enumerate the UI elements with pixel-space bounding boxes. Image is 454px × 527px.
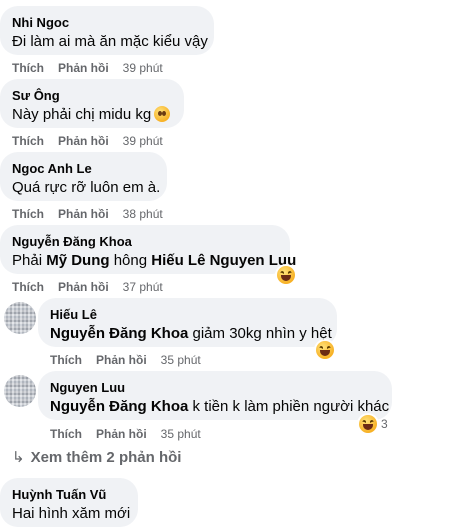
comment-actions: Thích Phản hồi 38 phút [12, 206, 163, 222]
mention-link[interactable]: Mỹ Dung [46, 252, 109, 269]
reply-bubble: Nguyen Luu Nguyễn Đăng Khoa k tiền k làm… [38, 371, 392, 420]
comment-text: Quá rực rỡ luôn em à. [12, 179, 161, 196]
comment-time[interactable]: 39 phút [123, 61, 163, 75]
like-button[interactable]: Thích [50, 353, 82, 367]
reply-actions: Thích Phản hồi 35 phút [50, 352, 201, 368]
reply-author[interactable]: Nguyen Luu [50, 379, 380, 396]
comment-bubble: Nguyễn Đăng Khoa Phải Mỹ Dung hông Hiếu … [0, 225, 296, 274]
mention-link[interactable]: Nguyễn Đăng Khoa [50, 325, 188, 342]
reply-text: Nguyễn Đăng Khoa giảm 30kg nhìn y hệt [50, 324, 332, 344]
reply-bubble: Hiếu Lê Nguyễn Đăng Khoa giảm 30kg nhìn … [38, 298, 337, 347]
reply-button[interactable]: Phản hồi [58, 280, 109, 294]
comment-text: Này phải chị midu kg [12, 105, 172, 125]
like-button[interactable]: Thích [12, 280, 44, 294]
comment-bubble: Nhi Ngoc Đi làm ai mà ăn mặc kiểu vậy [0, 6, 214, 55]
mention-link[interactable]: Nguyễn Đăng Khoa [50, 398, 188, 415]
comment-author[interactable]: Nhi Ngoc [12, 14, 202, 31]
comment-bubble: Ngoc Anh Le Quá rực rỡ luôn em à. [0, 152, 167, 201]
comment-text-part: Phải [12, 252, 47, 269]
reply-arrow-icon: ↳ [12, 449, 25, 466]
haha-reaction-icon[interactable] [359, 415, 377, 433]
comment-text: Phải Mỹ Dung hông Hiếu Lê Nguyen Luu [12, 251, 296, 271]
comment-text-part: hông [109, 252, 152, 269]
comment-actions: Thích Phản hồi 39 phút [12, 60, 163, 76]
comment-text-content: Này phải chị midu kg [12, 106, 152, 123]
view-more-replies-label: Xem thêm 2 phản hồi [30, 449, 182, 466]
reply-button[interactable]: Phản hồi [58, 207, 109, 221]
reply-text-content: giảm 30kg nhìn y hệt [188, 325, 332, 342]
comment-actions: Thích Phản hồi 37 phút [12, 279, 163, 295]
comment-text: Đi làm ai mà ăn mặc kiểu vậy [12, 33, 208, 50]
view-more-replies-link[interactable]: ↳ Xem thêm 2 phản hồi [12, 448, 181, 466]
avatar[interactable] [4, 302, 36, 334]
mention-link[interactable]: Hiếu Lê Nguyen Luu [151, 252, 296, 269]
like-button[interactable]: Thích [12, 134, 44, 148]
comment-bubble: Sư Ông Này phải chị midu kg [0, 79, 184, 128]
reply-button[interactable]: Phản hồi [96, 353, 147, 367]
avatar[interactable] [4, 375, 36, 407]
comment-author[interactable]: Huỳnh Tuấn Vũ [12, 486, 126, 503]
reply-button[interactable]: Phản hồi [58, 61, 109, 75]
comment-bubble: Huỳnh Tuấn Vũ Hai hình xăm mới [0, 478, 138, 527]
reply-time[interactable]: 35 phút [161, 353, 201, 367]
reply-text-content: k tiền k làm phiền người khác [188, 398, 390, 415]
comment-time[interactable]: 37 phút [123, 280, 163, 294]
comment-author[interactable]: Sư Ông [12, 87, 172, 104]
comment-author[interactable]: Ngoc Anh Le [12, 160, 155, 177]
comment-time[interactable]: 39 phút [123, 134, 163, 148]
like-button[interactable]: Thích [12, 207, 44, 221]
reaction-count[interactable]: 3 [381, 417, 388, 431]
comment-author[interactable]: Nguyễn Đăng Khoa [12, 233, 278, 250]
reply-author[interactable]: Hiếu Lê [50, 306, 325, 323]
reply-text: Nguyễn Đăng Khoa k tiền k làm phiền ngườ… [50, 397, 389, 417]
comment-time[interactable]: 38 phút [123, 207, 163, 221]
reply-button[interactable]: Phản hồi [58, 134, 109, 148]
like-button[interactable]: Thích [50, 427, 82, 441]
haha-reaction-icon[interactable] [316, 341, 334, 359]
comment-actions: Thích Phản hồi 39 phút [12, 133, 163, 149]
reply-actions: Thích Phản hồi 35 phút [50, 426, 201, 442]
haha-reaction-icon[interactable] [277, 266, 295, 284]
like-button[interactable]: Thích [12, 61, 44, 75]
reply-time[interactable]: 35 phút [161, 427, 201, 441]
reply-button[interactable]: Phản hồi [96, 427, 147, 441]
sad-face-emoji-icon [154, 106, 171, 122]
comment-text: Hai hình xăm mới [12, 505, 131, 522]
